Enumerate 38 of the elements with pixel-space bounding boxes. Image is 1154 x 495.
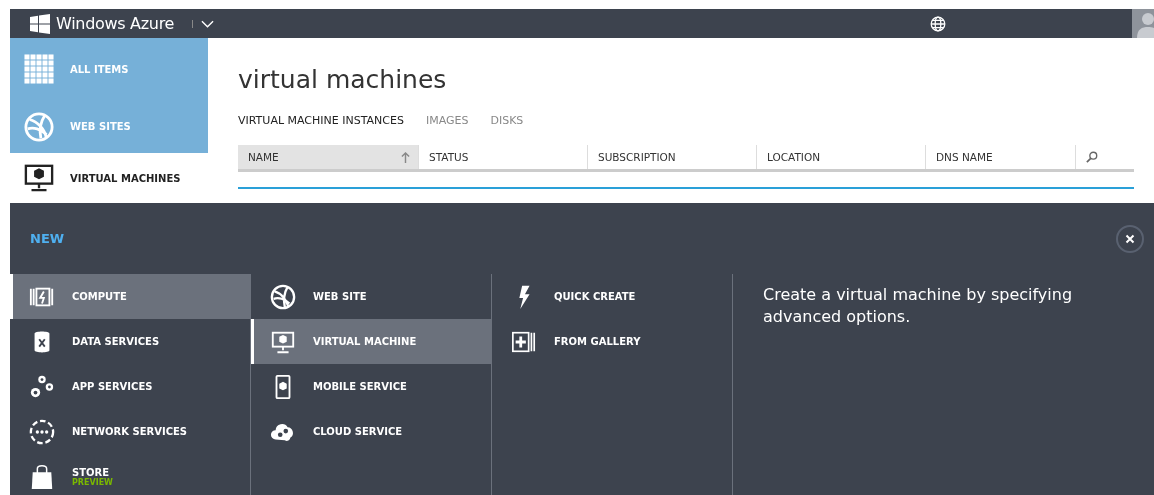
globe-icon[interactable]: [930, 15, 946, 32]
monitor-icon: [24, 163, 54, 193]
category-item[interactable]: NETWORK SERVICES: [10, 409, 250, 454]
option-item[interactable]: QUICK CREATE: [492, 274, 732, 319]
page-title: virtual machines: [238, 64, 448, 96]
search-icon[interactable]: [1086, 151, 1098, 163]
grid-icon: [24, 54, 54, 84]
close-button[interactable]: [1116, 224, 1144, 253]
column-header[interactable]: LOCATION: [756, 145, 925, 169]
service-item[interactable]: VIRTUAL MACHINE: [251, 319, 491, 364]
category-item[interactable]: APP SERVICES: [10, 364, 250, 409]
tab[interactable]: VIRTUAL MACHINE INSTANCES: [238, 114, 404, 127]
panel-title: NEW: [30, 231, 65, 246]
globe-icon: [24, 111, 54, 142]
brand-title: Windows Azure: [56, 14, 175, 33]
column-header[interactable]: SUBSCRIPTION: [587, 145, 756, 169]
tab[interactable]: DISKS: [490, 114, 524, 127]
globe-icon: [270, 283, 296, 310]
chevron-down-icon[interactable]: [192, 19, 215, 28]
shopping-bag-icon: [29, 463, 55, 490]
sidebar-item[interactable]: VIRTUAL MACHINES: [10, 153, 208, 203]
network-icon: [29, 418, 55, 445]
category-item[interactable]: DATA SERVICES: [10, 319, 250, 364]
service-item[interactable]: CLOUD SERVICE: [251, 409, 491, 454]
description-text: Create a virtual machine by specifying advanced options.: [762, 284, 1074, 328]
category-item[interactable]: STORE PREVIEW: [10, 454, 250, 495]
service-item[interactable]: WEB SITE: [251, 274, 491, 319]
close-icon: [1125, 233, 1135, 244]
column-header[interactable]: DNS NAME: [925, 145, 1075, 169]
category-item[interactable]: COMPUTE: [10, 274, 250, 319]
service-item[interactable]: MOBILE SERVICE: [251, 364, 491, 409]
column-header[interactable]: STATUS: [418, 145, 587, 169]
windows-logo-icon: [30, 13, 50, 34]
column-header[interactable]: NAME: [238, 145, 418, 169]
sort-arrow-icon: [401, 151, 410, 163]
tab[interactable]: IMAGES: [425, 114, 469, 127]
preview-label: PREVIEW: [72, 477, 113, 487]
option-item[interactable]: FROM GALLERY: [492, 319, 732, 364]
